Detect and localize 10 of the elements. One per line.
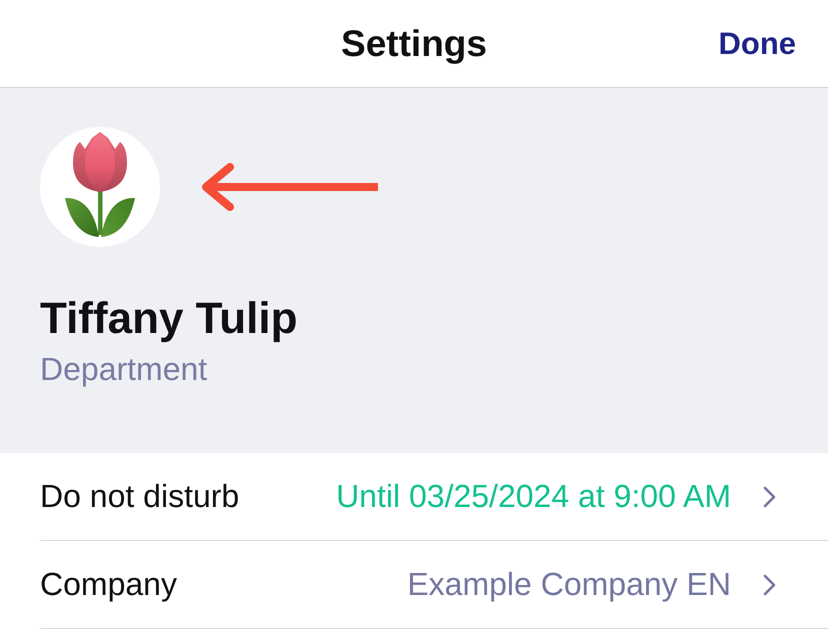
setting-value: Until 03/25/2024 at 9:00 AM [336,478,731,515]
profile-name: Tiffany Tulip [40,293,298,345]
chevron-icon[interactable] [763,574,776,596]
tulip-avatar-icon [40,127,160,247]
profile-department: Department [40,350,208,388]
setting-label: Company [40,566,178,603]
chevron-icon[interactable] [763,486,776,508]
setting-value: Example Company EN [407,566,731,603]
screen-title: Settings [341,22,487,64]
setting-label: Do not disturb [40,478,240,515]
